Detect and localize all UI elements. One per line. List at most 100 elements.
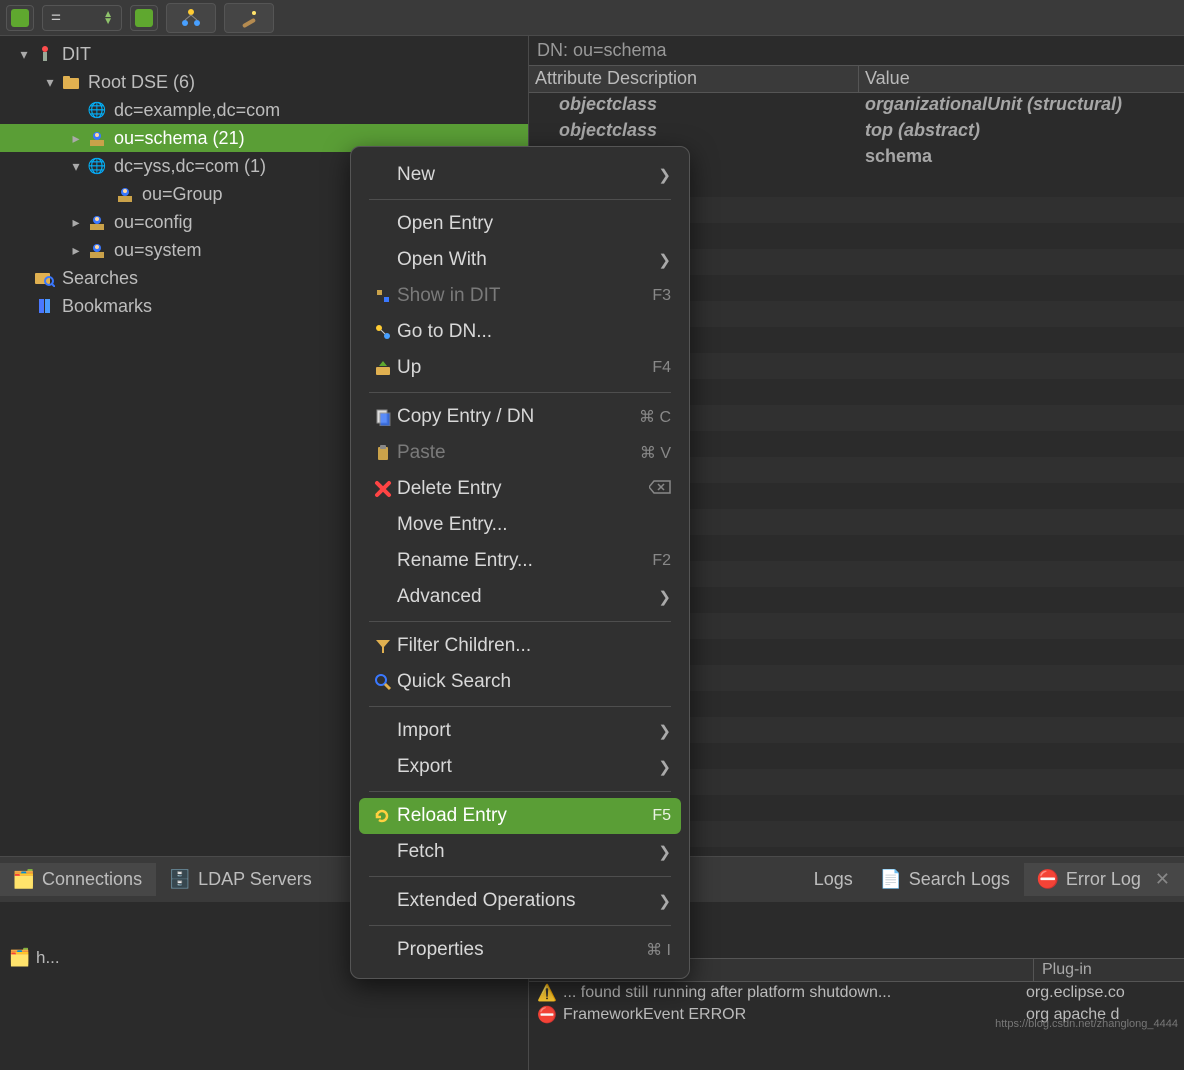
tab-search-logs[interactable]: 📄Search Logs [867,863,1024,896]
menu-separator [369,791,671,792]
menu-item-rename-entry[interactable]: Rename Entry...F2 [351,543,689,579]
menu-item-label: Show in DIT [397,285,652,307]
toolbar-btn-hierarchy[interactable] [166,3,216,33]
tree-item-label: ou=Group [142,184,223,205]
bookmark-icon [34,295,56,317]
menu-item-open-entry[interactable]: Open Entry [351,206,689,242]
menu-item-label: Up [397,357,652,379]
log-row[interactable]: ⚠️ ... found still running after platfor… [529,982,1184,1004]
toolbar-dropdown-1[interactable] [6,5,34,31]
tree-item-label: dc=example,dc=com [114,100,280,121]
tree-item[interactable]: •🌐dc=example,dc=com [0,96,528,124]
menu-item-extended-operations[interactable]: Extended Operations❯ [351,883,689,919]
menu-separator [369,621,671,622]
tab-ldap-servers[interactable]: 🗄️ LDAP Servers [156,863,326,896]
menu-item-label: Reload Entry [397,805,652,827]
chevron-down-icon[interactable]: ▾ [14,46,34,63]
tab-connections[interactable]: 🗂️Connections [0,863,156,896]
operator-label: = [51,8,61,28]
menu-item-label: Open Entry [397,213,671,235]
menu-shortcut: ⌘ I [646,940,671,960]
toolbar-btn-wand[interactable] [224,3,274,33]
chevron-right-icon: ❯ [658,722,671,740]
chevron-right-icon[interactable]: ▸ [66,214,86,231]
tab-logs[interactable]: Logs [800,863,867,896]
chevron-right-icon: ❯ [658,166,671,184]
menu-separator [369,876,671,877]
error-badge-icon: ⛔ [537,1006,557,1024]
menu-item-show-in-dit: Show in DITF3 [351,278,689,314]
menu-item-fetch[interactable]: Fetch❯ [351,834,689,870]
menu-shortcut: F2 [652,552,671,570]
toolbar: =▲▼ [0,0,1184,36]
menu-item-reload-entry[interactable]: Reload EntryF5 [359,798,681,834]
toolbar-operator-select[interactable]: =▲▼ [42,5,122,31]
close-icon[interactable]: ✕ [1155,869,1170,890]
attr-name: objectclass [529,93,859,119]
quicksearch-icon [369,673,397,691]
menu-item-export[interactable]: Export❯ [351,749,689,785]
attribute-row[interactable]: objectclassorganizationalUnit (structura… [529,93,1184,119]
menu-item-label: New [397,164,658,186]
chevron-down-icon[interactable]: ▾ [66,158,86,175]
chevron-right-icon: ❯ [658,843,671,861]
menu-item-import[interactable]: Import❯ [351,713,689,749]
menu-item-copy-entry-dn[interactable]: Copy Entry / DN⌘ C [351,399,689,435]
menu-item-label: Quick Search [397,671,671,693]
toolbar-dropdown-2[interactable] [130,5,158,31]
chevron-right-icon: ❯ [658,892,671,910]
attr-name: objectclass [529,119,859,145]
context-menu: New❯Open EntryOpen With❯Show in DITF3Go … [350,146,690,979]
menu-item-advanced[interactable]: Advanced❯ [351,579,689,615]
menu-item-go-to-dn[interactable]: Go to DN... [351,314,689,350]
menu-item-quick-search[interactable]: Quick Search [351,664,689,700]
chevron-right-icon: ❯ [658,251,671,269]
search-folder-icon [34,267,56,289]
menu-shortcut: F5 [652,807,671,825]
menu-item-new[interactable]: New❯ [351,157,689,193]
tree-item[interactable]: ▾Root DSE (6) [0,68,528,96]
tab-error-log[interactable]: ⛔Error Log✕ [1024,863,1184,896]
tree-item-label: Searches [62,268,138,289]
attr-header-value[interactable]: Value [859,66,1184,92]
searchlog-icon: 📄 [881,870,901,890]
dn-label: DN: ou=schema [529,36,1184,65]
menu-item-delete-entry[interactable]: Delete Entry [351,471,689,507]
chevron-down-icon[interactable]: ▾ [40,74,60,91]
menu-item-move-entry[interactable]: Move Entry... [351,507,689,543]
menu-item-label: Extended Operations [397,890,658,912]
chevron-right-icon[interactable]: ▸ [66,130,86,147]
watermark: https://blog.csdn.net/zhanglong_4444 [995,1018,1178,1030]
person-icon [86,239,108,261]
menu-item-up[interactable]: UpF4 [351,350,689,386]
menu-item-paste: Paste⌘ V [351,435,689,471]
tree-item-label: dc=yss,dc=com (1) [114,156,266,177]
dit-icon [34,43,56,65]
menu-shortcut: ⌘ C [639,407,671,427]
menu-item-filter-children[interactable]: Filter Children... [351,628,689,664]
menu-separator [369,706,671,707]
reload-icon [369,807,397,825]
globe-icon: 🌐 [86,99,108,121]
paste-icon [369,444,397,462]
menu-item-label: Open With [397,249,658,271]
tab-label: LDAP Servers [198,869,312,890]
tree-item[interactable]: ▾DIT [0,40,528,68]
menu-separator [369,392,671,393]
chevron-right-icon[interactable]: ▸ [66,242,86,259]
chevron-right-icon: ❯ [658,588,671,606]
menu-item-open-with[interactable]: Open With❯ [351,242,689,278]
ldap-icon: 🗄️ [170,870,190,890]
attr-value: top (abstract) [859,119,1184,145]
attribute-row[interactable]: objectclasstop (abstract) [529,119,1184,145]
menu-shortcut: ⌘ V [640,443,671,463]
connection-item[interactable]: h... [36,948,60,968]
menu-item-label: Properties [397,939,646,961]
tab-label: Connections [42,869,142,890]
warning-icon: ⚠️ [537,984,557,1002]
attr-header-desc[interactable]: Attribute Description [529,66,859,92]
backspace-icon [649,480,671,499]
log-header-plugin[interactable]: Plug-in [1034,959,1184,981]
menu-item-properties[interactable]: Properties⌘ I [351,932,689,968]
tab-label: Logs [814,869,853,890]
